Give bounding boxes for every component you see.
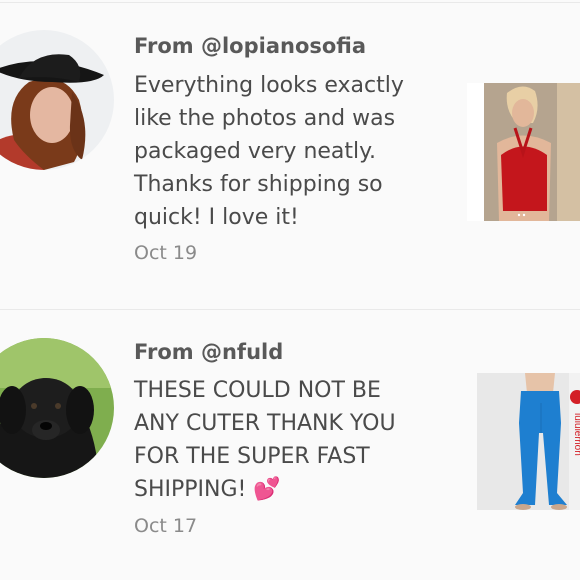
- review-date: Oct 19: [134, 242, 198, 264]
- review-author[interactable]: From @lopianosofia: [134, 34, 366, 58]
- review-author[interactable]: From @nfuld: [134, 340, 283, 364]
- review-date: Oct 17: [134, 515, 198, 537]
- review-text-line: Everything looks exactly: [134, 73, 404, 98]
- blue-flare-leggings-photo[interactable]: lululemon: [477, 373, 580, 510]
- product-brand-text: lululemon: [572, 413, 580, 456]
- review-item: From @nfuld THESE COULD NOT BE ANY CUTER…: [0, 310, 580, 580]
- avatar-black-puppy-icon[interactable]: [0, 338, 114, 478]
- review-text-line: Thanks for shipping so: [134, 172, 383, 197]
- review-item: From @lopianosofia Everything looks exac…: [0, 0, 580, 308]
- review-text-line: ANY CUTER THANK YOU: [134, 411, 396, 436]
- review-text-line: SHIPPING! 💕: [134, 477, 281, 502]
- review-text-line: like the photos and was: [134, 106, 396, 131]
- review-text-line: quick! I love it!: [134, 205, 299, 230]
- red-halter-top-photo[interactable]: [467, 83, 580, 221]
- review-text-line: FOR THE SUPER FAST: [134, 444, 370, 469]
- review-text-line: THESE COULD NOT BE: [134, 378, 381, 403]
- avatar-woman-black-hat-icon[interactable]: [0, 30, 114, 170]
- review-text-line: packaged very neatly.: [134, 139, 377, 164]
- review-text: THESE COULD NOT BE ANY CUTER THANK YOU F…: [134, 374, 444, 506]
- review-text: Everything looks exactly like the photos…: [134, 69, 444, 234]
- reviews-page: From @lopianosofia Everything looks exac…: [0, 0, 580, 580]
